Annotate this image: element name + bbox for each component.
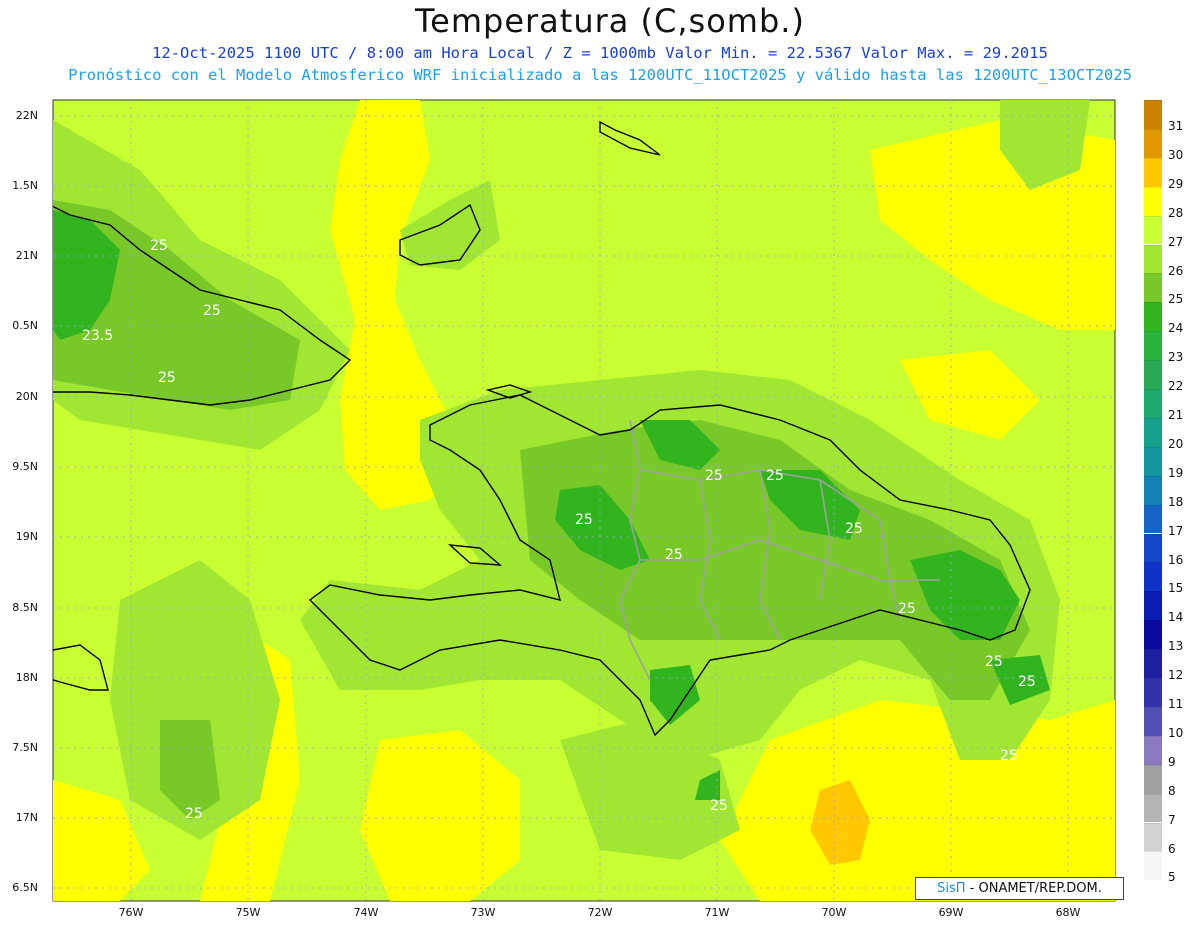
colorbar-cell [1144,649,1162,678]
contour-label: 25 [766,468,784,484]
colorbar-cell [1144,446,1162,476]
lat-label: 8.5N [12,601,38,614]
contour-label: 25 [185,806,203,822]
colorbar-label: 26 [1168,263,1184,278]
colorbar-label: 19 [1168,465,1184,480]
credit-box: SisΠ - ONAMET/REP.DOM. [915,877,1124,900]
lat-label: 19N [15,530,38,543]
colorbar-label: 5 [1168,870,1176,885]
colorbar-label: 13 [1168,639,1184,654]
lon-label: 72W [587,906,613,919]
lat-label: 22N [15,109,38,122]
colorbar [1144,100,1162,881]
colorbar-label: 16 [1168,552,1184,567]
lat-label: 1.5N [12,179,38,192]
colorbar-cell [1144,735,1162,765]
contour-label: 25 [985,654,1003,670]
colorbar-label: 10 [1168,725,1184,740]
colorbar-label: 20 [1168,436,1184,451]
colorbar-label: 11 [1168,697,1184,711]
colorbar-label: 15 [1168,581,1184,596]
colorbar-cell [1144,620,1162,650]
colorbar-label: 12 [1168,668,1184,683]
colorbar-cell [1144,100,1162,129]
contour-label: 25 [705,468,723,484]
colorbar-cell [1144,417,1162,447]
colorbar-label: 21 [1168,408,1184,422]
colorbar-cell [1144,764,1162,794]
credit-text: - ONAMET/REP.DOM. [965,881,1102,896]
colorbar-cell [1144,389,1162,418]
colorbar-label: 29 [1168,176,1184,191]
colorbar-label: 31 [1168,119,1184,133]
colorbar-label: 23 [1168,350,1184,365]
colorbar-cell [1144,360,1162,389]
colorbar-label: 27 [1168,234,1184,249]
colorbar-cell [1144,157,1162,187]
colorbar-cell [1144,186,1162,216]
colorbar-label: 25 [1168,292,1184,307]
lat-label: 0.5N [12,319,38,332]
colorbar-label: 22 [1168,379,1184,394]
colorbar-cell [1144,128,1162,158]
lat-label: 9.5N [12,460,38,473]
contour-label: 25 [1018,674,1036,690]
lon-label: 75W [235,906,261,919]
contour-label: 25 [898,601,916,617]
colorbar-label: 18 [1168,494,1184,509]
colorbar-label: 7 [1168,812,1176,827]
lat-label: 17N [15,811,38,824]
lon-label: 71W [704,906,730,919]
lat-label: 7.5N [12,741,38,754]
lat-label: 6.5N [12,881,38,894]
lon-label: 69W [938,906,964,919]
colorbar-cell [1144,244,1162,274]
colorbar-cell [1144,793,1162,823]
colorbar-cell [1144,591,1162,621]
colorbar-label: 24 [1168,321,1184,336]
colorbar-cell [1144,562,1162,592]
colorbar-label: 17 [1168,523,1184,538]
colorbar-label: 6 [1168,841,1176,856]
temperature-map: 25 25 23.5 25 25 25 25 25 25 25 25 25 25… [52,99,1116,902]
lon-label: 73W [470,906,496,919]
contour-label: 25 [150,238,168,254]
colorbar-cell [1144,331,1162,361]
colorbar-label: 8 [1168,783,1176,798]
lon-label: 68W [1055,906,1081,919]
contour-label: 23.5 [82,328,113,344]
contour-label: 25 [203,303,221,319]
lat-label: 21N [15,249,38,262]
lon-label: 70W [821,906,847,919]
contour-label: 25 [665,547,683,563]
contour-label: 25 [710,798,728,814]
contour-label: 25 [845,521,863,537]
colorbar-cell [1144,822,1162,852]
colorbar-cell [1144,851,1162,881]
colorbar-cell [1144,706,1162,736]
colorbar-cell [1144,475,1162,505]
colorbar-cell [1144,504,1162,534]
colorbar-cell [1144,215,1162,245]
lat-label: 18N [15,671,38,684]
colorbar-label: 30 [1168,147,1184,162]
colorbar-label: 28 [1168,205,1184,220]
colorbar-cell [1144,273,1162,303]
contour-label: 25 [1000,748,1018,764]
lon-label: 76W [118,906,144,919]
colorbar-cell [1144,533,1162,563]
contour-label: 25 [575,512,593,528]
lon-label: 74W [353,906,379,919]
colorbar-label: 9 [1168,754,1176,769]
colorbar-cell [1144,678,1162,707]
contour-label: 25 [158,370,176,386]
colorbar-label: 14 [1168,610,1184,625]
colorbar-cell [1144,302,1162,332]
lat-label: 20N [15,390,38,403]
credit-brand: SisΠ [937,881,966,896]
